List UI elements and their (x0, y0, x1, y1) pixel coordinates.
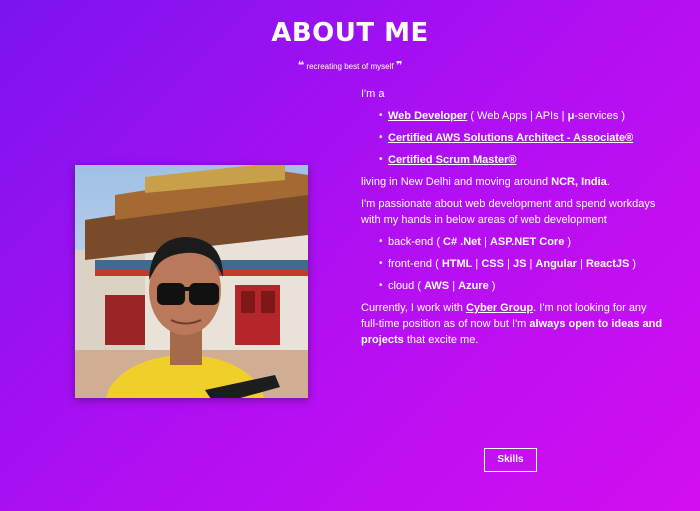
web-developer-link[interactable]: Web Developer (388, 110, 467, 122)
intro-text: I'm a (361, 88, 385, 100)
company-link[interactable]: Cyber Group (466, 302, 533, 314)
tagline-text: recreating best of myself (306, 62, 394, 71)
skill-item: JS (512, 258, 527, 270)
location-text: living in New Delhi and moving around NC… (361, 174, 666, 190)
role-detail: ( Web Apps | APIs | (467, 110, 568, 122)
location-suffix: . (606, 176, 610, 188)
current-suffix: that excite me. (403, 334, 479, 346)
tagline: ❝ recreating best of myself ❞ (0, 59, 700, 72)
quote-open-icon: ❝ (297, 60, 305, 72)
skills-button[interactable]: Skills (484, 448, 537, 472)
about-content: I'm a Web Developer ( Web Apps | APIs | … (361, 86, 666, 354)
skill-item: CSS (481, 258, 504, 270)
skill-item: Azure (458, 280, 489, 292)
skill-item: ReactJS (585, 258, 630, 270)
scrum-certification-link[interactable]: Certified Scrum Master® (388, 154, 517, 166)
current-work-text: Currently, I work with Cyber Group. I'm … (361, 300, 666, 348)
skills-list: back-end ( C# .Net | ASP.NET Core ) fron… (361, 234, 666, 294)
role-detail-close: -services ) (574, 110, 626, 122)
current-prefix: Currently, I work with (361, 302, 466, 314)
profile-photo-image (75, 165, 308, 398)
roles-list: Web Developer ( Web Apps | APIs | μ-serv… (361, 108, 666, 168)
skill-label: back-end (388, 236, 434, 248)
aws-certification-link[interactable]: Certified AWS Solutions Architect - Asso… (388, 132, 633, 144)
skill-item: Angular (535, 258, 577, 270)
skill-item: C# .Net (443, 236, 481, 248)
list-item: Certified Scrum Master® (379, 152, 666, 168)
quote-close-icon: ❞ (395, 60, 403, 72)
skill-item: HTML (441, 258, 473, 270)
passion-text: I'm passionate about web development and… (361, 198, 656, 226)
list-item: front-end ( HTML | CSS | JS | Angular | … (379, 256, 666, 272)
location-prefix: living in New Delhi and moving around (361, 176, 552, 188)
skill-item: AWS (424, 280, 450, 292)
list-item: cloud ( AWS | Azure ) (379, 278, 666, 294)
list-item: back-end ( C# .Net | ASP.NET Core ) (379, 234, 666, 250)
list-item: Web Developer ( Web Apps | APIs | μ-serv… (379, 108, 666, 124)
page-title: ABOUT ME (271, 18, 429, 48)
location-bold: NCR, India (551, 176, 607, 188)
skill-item: ASP.NET Core (489, 236, 565, 248)
skill-label: cloud (388, 280, 415, 292)
list-item: Certified AWS Solutions Architect - Asso… (379, 130, 666, 146)
skill-label: front-end (388, 258, 433, 270)
profile-photo (75, 165, 308, 398)
